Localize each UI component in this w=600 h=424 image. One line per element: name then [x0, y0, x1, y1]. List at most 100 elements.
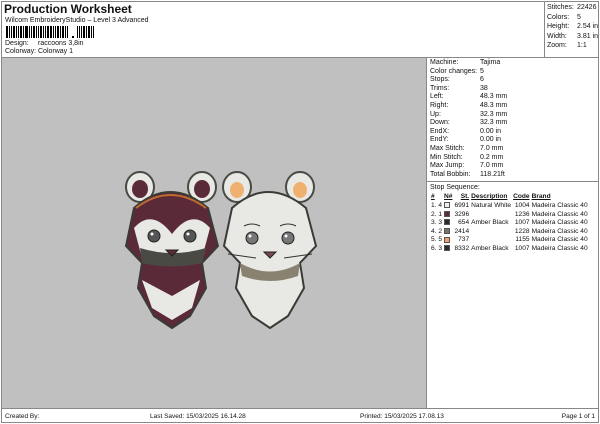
- info-row: Up: 32.3 mm: [427, 111, 599, 120]
- thread-brand: Madeira Classic 40: [531, 244, 588, 252]
- embroidery-design: [124, 171, 318, 330]
- created-by: Created By:: [5, 412, 40, 420]
- stop-index: 3.: [431, 219, 437, 227]
- info-value: 32.3 mm: [480, 119, 508, 127]
- info-label: Colors:: [547, 13, 570, 21]
- stop-index: 1.: [431, 201, 437, 209]
- info-row: Height: 2.54 in: [547, 22, 599, 32]
- table-row: 6. 3 8332 Amber Black 1007 Madeira Classic 4…: [430, 245, 589, 254]
- thread-description: [470, 228, 512, 237]
- info-label: Right:: [430, 101, 449, 109]
- info-row: Zoom: 1:1: [547, 41, 599, 51]
- info-value: 2.54 in: [577, 23, 599, 30]
- info-label: Trims:: [430, 84, 450, 92]
- color-swatch: [444, 202, 451, 209]
- colorway-name: Colorway 1: [38, 48, 74, 55]
- table-row: 2. 1 3296 1236 Madeira Classic 40: [430, 211, 589, 220]
- colorway-label: Colorway:: [5, 48, 37, 55]
- stitch-count: 6991: [454, 201, 470, 209]
- raccoon-left: [124, 171, 220, 330]
- info-row: Stitches: 22426: [547, 3, 599, 13]
- thread-code: 1004: [514, 201, 530, 209]
- info-row: Width: 3.81 in: [547, 32, 599, 42]
- thread-brand: Madeira Classic 40: [531, 210, 588, 218]
- info-label: EndY:: [430, 136, 449, 144]
- thread-description: Natural White: [471, 201, 512, 209]
- info-value: Tajima: [480, 59, 501, 66]
- info-value: 118.21ft: [480, 170, 505, 178]
- table-row: 4. 2 2414 1228 Madeira Classic 40: [430, 228, 589, 237]
- info-row: Left: 48.3 mm: [427, 93, 599, 102]
- needle-number: 1: [438, 210, 443, 218]
- info-label: Total Bobbin:: [430, 170, 471, 178]
- info-value: 7.0 mm: [480, 162, 504, 170]
- thread-code: 1007: [514, 244, 530, 252]
- info-row: Min Stitch: 0.2 mm: [427, 154, 599, 163]
- column-header: St.: [460, 193, 470, 201]
- info-value: 0.2 mm: [480, 153, 504, 161]
- thread-code: 1236: [514, 210, 530, 218]
- info-row: Machine: Tajima: [427, 59, 599, 68]
- page-number: Page 1 of 1: [561, 412, 595, 420]
- stop-sequence-table: # N# St. Description Code Brand 1. 4 6991 Natur…: [430, 193, 589, 253]
- info-value: 0.00 in: [480, 136, 502, 144]
- printed-date: Printed: 15/03/2025 17.08.13: [360, 412, 444, 420]
- info-label: Color changes:: [430, 67, 478, 75]
- needle-number: 2: [438, 227, 443, 235]
- needle-number: 3: [438, 244, 443, 252]
- thread-description: [470, 236, 512, 245]
- needle-number: 5: [438, 236, 443, 244]
- design-name: raccoons 3,8in: [38, 40, 84, 47]
- info-value: 3.81 in: [577, 32, 599, 40]
- info-value: 48.3 mm: [480, 101, 508, 109]
- info-value: 1:1: [577, 42, 587, 49]
- thread-brand: Madeira Classic 40: [531, 219, 588, 227]
- info-row: Colors: 5: [547, 13, 599, 23]
- design-stats: Stitches: 22426 Colors: 5 Height: 2.54 in Widt…: [544, 1, 599, 58]
- info-row: Total Bobbin: 118.21ft: [427, 171, 599, 180]
- table-row: 3. 3 654 Amber Black 1007 Madeira Classic 40: [430, 219, 589, 228]
- info-value: 48.3 mm: [480, 93, 508, 101]
- info-label: Machine:: [430, 59, 459, 66]
- design-preview: [2, 58, 426, 408]
- needle-number: 4: [438, 201, 443, 209]
- info-label: Down:: [430, 119, 450, 127]
- footer: Created By: Last Saved: 15/03/2025 16.14…: [1, 408, 599, 423]
- info-label: Height:: [547, 23, 570, 30]
- info-label: Left:: [430, 93, 444, 101]
- stitch-count: 2414: [454, 227, 470, 235]
- table-row: 1. 4 6991 Natural White 1004 Madeira Classic…: [430, 202, 589, 211]
- info-row: EndY: 0.00 in: [427, 136, 599, 145]
- info-row: Color changes: 5: [427, 68, 599, 77]
- info-value: 22426: [577, 4, 597, 11]
- info-label: Max Jump:: [430, 162, 465, 170]
- thread-description: [470, 211, 512, 220]
- stop-index: 6.: [431, 244, 437, 252]
- info-value: 5: [480, 67, 484, 75]
- color-swatch: [444, 219, 451, 226]
- info-value: 7.0 mm: [480, 144, 504, 152]
- thread-description: Amber Black: [471, 219, 509, 227]
- stitch-count: 8332: [454, 244, 470, 252]
- info-label: Zoom:: [547, 42, 567, 49]
- info-value: 38: [480, 84, 488, 92]
- thread-brand: Madeira Classic 40: [531, 227, 588, 235]
- column-header: Description: [471, 193, 508, 201]
- stop-index: 2.: [431, 210, 437, 218]
- thread-code: 1155: [515, 236, 530, 244]
- stop-sequence-title: Stop Sequence:: [427, 181, 599, 193]
- thread-code: 1007: [514, 219, 530, 227]
- info-value: 0.00 in: [480, 127, 502, 135]
- color-swatch: [444, 227, 451, 234]
- info-label: Stitches:: [547, 4, 574, 11]
- column-header: N#: [444, 193, 453, 201]
- info-row: EndX: 0.00 in: [427, 128, 599, 137]
- column-header: #: [431, 193, 435, 201]
- info-value: 6: [480, 76, 484, 84]
- column-header: Code: [513, 193, 530, 201]
- raccoon-right: [222, 171, 318, 330]
- color-swatch: [444, 236, 451, 243]
- info-label: Up:: [430, 110, 441, 118]
- info-row: Right: 48.3 mm: [427, 102, 599, 111]
- last-saved: Last Saved: 15/03/2025 16.14.28: [150, 412, 246, 420]
